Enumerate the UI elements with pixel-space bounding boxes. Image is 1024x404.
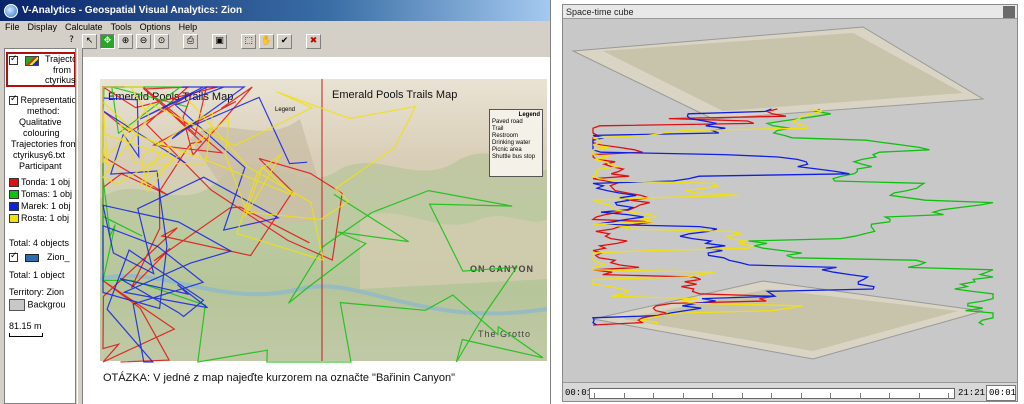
- total-objects-layer2: Total: 1 object: [9, 270, 65, 280]
- question-note: OTÁZKA: V jedné z map najeďte kurzorem n…: [103, 372, 456, 384]
- select-rect-icon[interactable]: ⬚: [241, 34, 256, 49]
- time-tick: [948, 393, 949, 399]
- zoom-out-icon[interactable]: ⊖: [136, 34, 151, 49]
- remove-icon[interactable]: ✖: [306, 34, 321, 49]
- representation-checkbox[interactable]: [9, 94, 18, 106]
- app-logo-icon: [4, 3, 18, 18]
- current-time-field[interactable]: 00:01: [986, 385, 1016, 401]
- time-end-label: 21:21: [958, 388, 986, 398]
- help-button[interactable]: ?: [64, 34, 79, 49]
- close-icon[interactable]: [1003, 6, 1015, 18]
- title-bar: V-Analytics - Geospatial Visual Analytic…: [0, 0, 550, 21]
- time-tick: [800, 393, 802, 399]
- trajectory-path-0: [102, 85, 343, 363]
- time-tick: [889, 393, 890, 399]
- participant-tonda[interactable]: Tonda: 1 obj: [9, 177, 70, 188]
- zion-layer-icon: [24, 253, 39, 262]
- space-time-cube-window: Space-time cube 00:01 21:21 00:01: [562, 4, 1018, 402]
- participant-marek[interactable]: Marek: 1 obj: [9, 201, 71, 212]
- map-view[interactable]: Emerald Pools Trails Map Emerald Pools T…: [83, 57, 550, 404]
- menu-display[interactable]: Display: [28, 21, 58, 33]
- toolbar: ? ↖ ✥ ⊕ ⊖ ⊙ ⎙ ▣ ⬚ ✋ ✔ ✖: [62, 33, 550, 50]
- time-slider-track[interactable]: [589, 388, 955, 399]
- time-slider-bar: 00:01 21:21 00:01: [563, 382, 1017, 401]
- tomas-color-swatch: [9, 190, 19, 200]
- representation-qualitative: Qualitative: [19, 117, 62, 127]
- representation-method: method:: [27, 106, 60, 116]
- representation-attribute: Participant: [19, 161, 62, 171]
- time-tick: [653, 393, 654, 399]
- legend-panel: Trajecto from ctyrikus Representation me…: [4, 48, 76, 404]
- time-tick: [682, 393, 684, 399]
- cube-title: Space-time cube: [563, 5, 1017, 19]
- tonda-color-swatch: [9, 178, 19, 188]
- zoom-in-icon[interactable]: ⊕: [118, 34, 133, 49]
- representation-colouring: colouring: [23, 128, 60, 138]
- layer2-name[interactable]: Zion_: [47, 252, 70, 262]
- menu-file[interactable]: File: [5, 21, 20, 33]
- check-icon[interactable]: ✔: [277, 34, 292, 49]
- background-label: Backgrou: [27, 299, 66, 310]
- time-tick: [623, 393, 625, 399]
- layer1-name-line3[interactable]: ctyrikus: [45, 75, 75, 86]
- scale-label: 81.15 m: [9, 321, 42, 331]
- trajectory-path-3: [102, 86, 417, 261]
- time-start-label: 00:01: [565, 388, 593, 398]
- space-time-cube-view[interactable]: [563, 19, 1018, 382]
- save-icon[interactable]: ▣: [212, 34, 227, 49]
- menu-help[interactable]: Help: [179, 21, 198, 33]
- time-tick: [712, 393, 713, 399]
- time-tick: [918, 393, 920, 399]
- trajectory-layer-icon: [24, 55, 39, 66]
- menu-bar: File Display Calculate Tools Options Hel…: [0, 21, 550, 33]
- representation-source: Trajectories from: [11, 139, 76, 149]
- layer2-checkbox[interactable]: [9, 251, 18, 263]
- menu-options[interactable]: Options: [140, 21, 171, 33]
- trajectory-path-1: [102, 86, 544, 363]
- pan-hand-icon[interactable]: ✋: [259, 34, 274, 49]
- participant-rosta[interactable]: Rosta: 1 obj: [9, 213, 69, 224]
- territory-label: Territory: Zion: [9, 287, 65, 297]
- v-analytics-window: V-Analytics - Geospatial Visual Analytic…: [0, 0, 551, 404]
- representation-file: ctyrikusy6.txt: [13, 150, 66, 160]
- arrow-icon[interactable]: ↖: [82, 34, 97, 49]
- print-icon[interactable]: ⎙: [183, 34, 198, 49]
- time-tick: [830, 393, 831, 399]
- layer1-checkbox[interactable]: [9, 54, 18, 66]
- trajectory-overlay: [102, 85, 544, 363]
- total-objects-layer1: Total: 4 objects: [9, 238, 70, 248]
- representation-label: Representation: [20, 95, 76, 105]
- background-swatch[interactable]: [9, 299, 25, 311]
- menu-calculate[interactable]: Calculate: [65, 21, 103, 33]
- rosta-color-swatch: [9, 214, 19, 224]
- window-title: V-Analytics - Geospatial Visual Analytic…: [22, 5, 243, 16]
- zoom-full-icon[interactable]: ⊙: [154, 34, 169, 49]
- menu-tools[interactable]: Tools: [111, 21, 132, 33]
- participant-tomas[interactable]: Tomas: 1 obj: [9, 189, 72, 200]
- select-icon[interactable]: ✥: [100, 34, 115, 49]
- time-tick: [741, 393, 743, 399]
- time-tick: [594, 393, 595, 399]
- time-tick: [859, 393, 861, 399]
- time-tick: [771, 393, 772, 399]
- marek-color-swatch: [9, 202, 19, 212]
- layer1-name-line1[interactable]: Trajecto: [45, 54, 75, 65]
- trajectory-path-2: [102, 86, 308, 363]
- scale-bar: [9, 333, 43, 337]
